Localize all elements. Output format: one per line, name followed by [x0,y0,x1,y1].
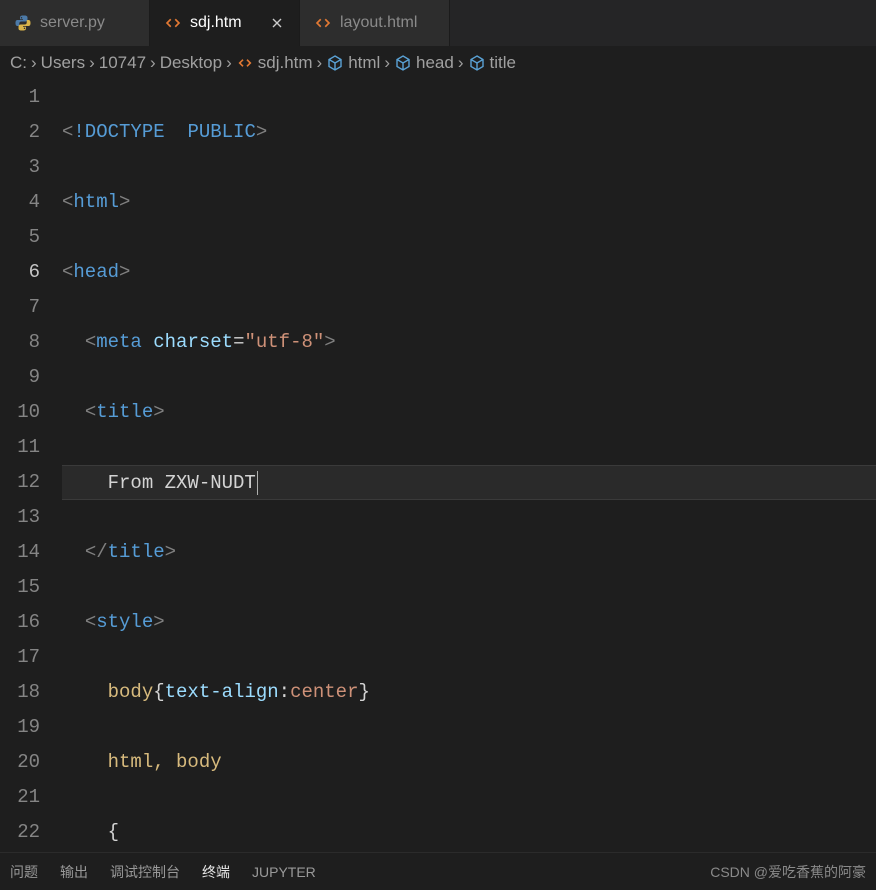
breadcrumb-symbol[interactable]: html [324,53,382,73]
line-number: 10 [0,395,40,430]
line-number: 11 [0,430,40,465]
breadcrumb-symbol[interactable]: head [392,53,456,73]
chevron-right-icon: › [150,53,156,73]
chevron-right-icon: › [89,53,95,73]
line-number: 17 [0,640,40,675]
line-number: 19 [0,710,40,745]
breadcrumb-segment[interactable]: Desktop [158,53,224,73]
code-area[interactable]: <!DOCTYPE PUBLIC> <html> <head> <meta ch… [62,80,876,852]
code-editor[interactable]: 1 2 3 4 5 6 7 8 9 10 11 12 13 14 15 16 1… [0,80,876,852]
line-number: 20 [0,745,40,780]
line-number-gutter: 1 2 3 4 5 6 7 8 9 10 11 12 13 14 15 16 1… [0,80,62,852]
text-cursor [257,471,258,495]
symbol-icon [326,54,344,72]
line-number: 9 [0,360,40,395]
line-number: 3 [0,150,40,185]
tab-server-py[interactable]: server.py [0,0,150,46]
line-number: 1 [0,80,40,115]
tab-label: sdj.htm [190,14,242,32]
watermark-text: CSDN @爱吃香蕉的阿豪 [710,862,866,882]
panel-tab-problems[interactable]: 问题 [10,862,38,882]
line-number: 8 [0,325,40,360]
breadcrumb-symbol[interactable]: title [466,53,518,73]
line-number: 4 [0,185,40,220]
panel-tab-jupyter[interactable]: JUPYTER [252,864,316,880]
panel-tab-terminal[interactable]: 终端 [202,862,230,882]
code-icon [164,14,182,32]
bottom-panel: 问题 输出 调试控制台 终端 JUPYTER CSDN @爱吃香蕉的阿豪 [0,852,876,890]
breadcrumb: C: › Users › 10747 › Desktop › sdj.htm ›… [0,46,876,80]
chevron-right-icon: › [317,53,323,73]
breadcrumb-segment[interactable]: 10747 [97,53,148,73]
chevron-right-icon: › [458,53,464,73]
breadcrumb-segment[interactable]: Users [39,53,87,73]
close-icon[interactable] [269,15,285,31]
line-number: 15 [0,570,40,605]
panel-tab-debug-console[interactable]: 调试控制台 [110,862,180,882]
tab-label: server.py [40,14,105,32]
panel-tab-output[interactable]: 输出 [60,862,88,882]
code-icon [314,14,332,32]
line-number: 5 [0,220,40,255]
line-number: 6 [0,255,40,290]
line-number: 21 [0,780,40,815]
line-number: 14 [0,535,40,570]
line-number: 18 [0,675,40,710]
chevron-right-icon: › [226,53,232,73]
tab-layout-html[interactable]: layout.html [300,0,450,46]
tab-sdj-htm[interactable]: sdj.htm [150,0,300,46]
line-number: 2 [0,115,40,150]
line-number: 13 [0,500,40,535]
chevron-right-icon: › [384,53,390,73]
breadcrumb-file[interactable]: sdj.htm [234,53,315,73]
tab-bar: server.py sdj.htm layout.html [0,0,876,46]
line-number: 12 [0,465,40,500]
tab-label: layout.html [340,14,417,32]
chevron-right-icon: › [31,53,37,73]
code-icon [236,54,254,72]
symbol-icon [394,54,412,72]
breadcrumb-segment[interactable]: C: [8,53,29,73]
python-icon [14,14,32,32]
line-number: 16 [0,605,40,640]
line-number: 22 [0,815,40,850]
line-number: 7 [0,290,40,325]
symbol-icon [468,54,486,72]
